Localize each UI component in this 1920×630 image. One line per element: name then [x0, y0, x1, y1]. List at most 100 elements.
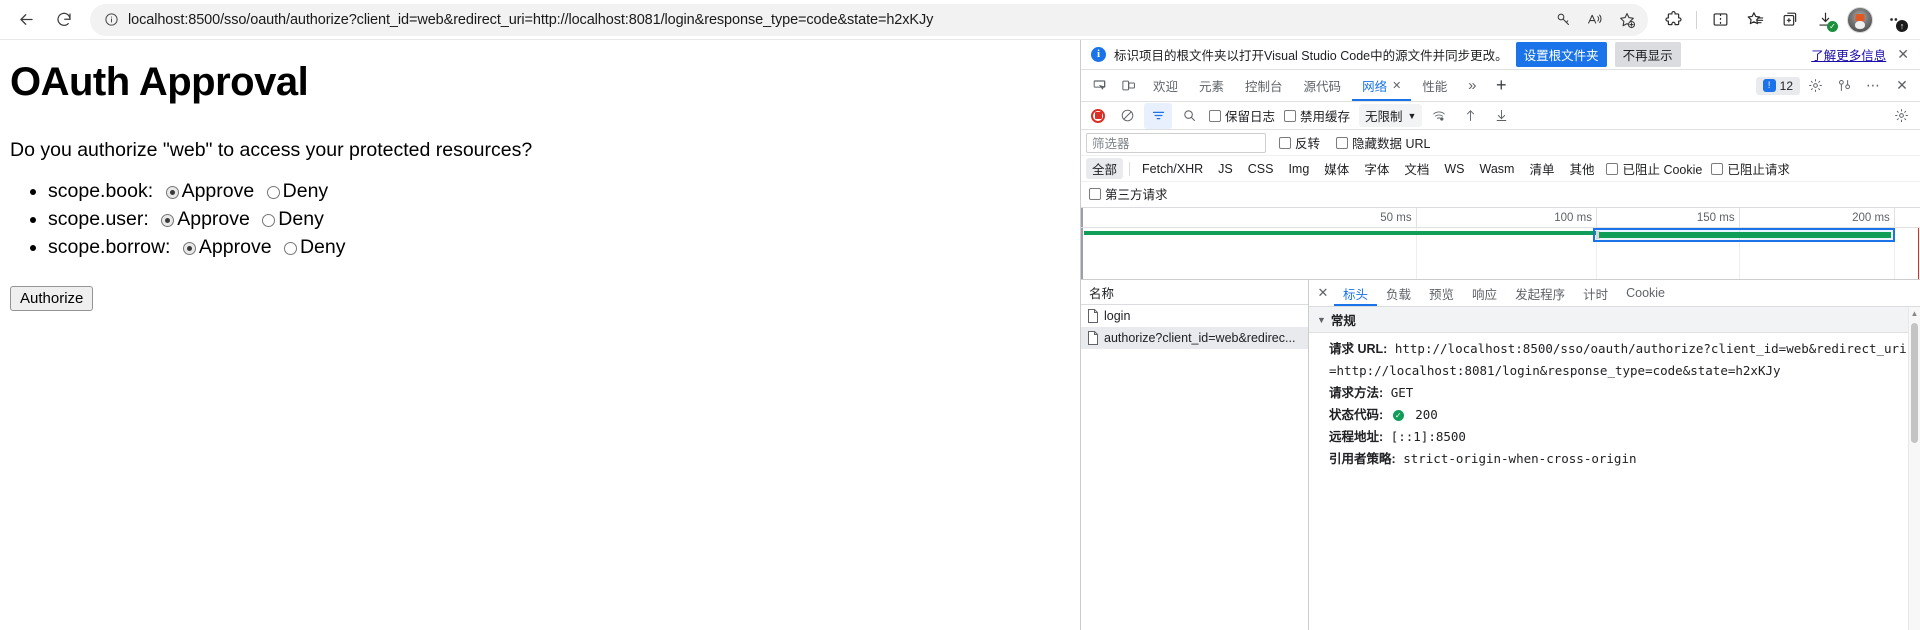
timeline-tick: 150 ms: [1597, 208, 1740, 228]
scope-deny-radio[interactable]: [283, 242, 297, 255]
blocked-requests-checkbox[interactable]: 已阻止请求: [1711, 159, 1790, 178]
close-detail-icon[interactable]: ✕: [1312, 282, 1334, 304]
learn-more-link[interactable]: 了解更多信息: [1811, 45, 1886, 64]
tab-cookies[interactable]: Cookie: [1617, 280, 1674, 306]
scope-deny-label[interactable]: Deny: [283, 180, 329, 202]
overview-selection-window[interactable]: [1592, 228, 1895, 242]
tab-performance[interactable]: 性能: [1412, 70, 1457, 101]
address-bar[interactable]: localhost:8500/sso/oauth/authorize?clien…: [90, 3, 1648, 36]
type-filter-doc[interactable]: 文档: [1398, 158, 1435, 179]
type-filter-ws[interactable]: WS: [1438, 161, 1470, 177]
scroll-up-arrow[interactable]: ▲: [1909, 309, 1920, 318]
clear-button[interactable]: [1113, 103, 1141, 129]
scope-approve-radio[interactable]: [165, 186, 179, 199]
devtools-close-icon[interactable]: ✕: [1888, 73, 1916, 99]
type-filter-all[interactable]: 全部: [1086, 158, 1124, 179]
gear-icon[interactable]: [1801, 73, 1829, 99]
downloads-icon[interactable]: ✓: [1808, 4, 1842, 36]
type-filter-other[interactable]: 其他: [1563, 158, 1600, 179]
type-filter-font[interactable]: 字体: [1358, 158, 1395, 179]
scope-approve-radio[interactable]: [182, 242, 196, 255]
inspect-element-icon[interactable]: [1085, 73, 1113, 99]
back-button[interactable]: [8, 4, 44, 36]
blocked-cookies-checkbox[interactable]: 已阻止 Cookie: [1606, 159, 1702, 178]
record-button[interactable]: [1086, 105, 1110, 127]
split-screen-icon[interactable]: [1703, 4, 1737, 36]
type-filter-manifest[interactable]: 清单: [1523, 158, 1560, 179]
devtools-tabbar: 欢迎 元素 控制台 源代码 网络 ✕ 性能 » + ! 12 ⋯ ✕: [1081, 70, 1920, 102]
profile-avatar[interactable]: [1843, 4, 1877, 36]
import-har-icon[interactable]: [1456, 103, 1484, 129]
scope-deny-radio[interactable]: [262, 214, 276, 227]
add-tab-icon[interactable]: +: [1487, 73, 1515, 99]
close-icon[interactable]: ✕: [1392, 79, 1401, 92]
tab-initiator[interactable]: 发起程序: [1506, 280, 1574, 306]
filter-button[interactable]: [1144, 102, 1172, 129]
throttling-select[interactable]: 无限制 ▼: [1359, 104, 1423, 127]
tab-welcome[interactable]: 欢迎: [1143, 70, 1188, 101]
network-overview[interactable]: 50 ms 100 ms 150 ms 200 ms: [1081, 208, 1920, 280]
devtools-more-icon[interactable]: ⋯: [1859, 73, 1887, 99]
tab-console[interactable]: 控制台: [1235, 70, 1293, 101]
authorize-button[interactable]: Authorize: [10, 286, 94, 311]
add-favorite-icon[interactable]: [1612, 6, 1642, 34]
settings-and-more-icon[interactable]: ↑: [1878, 4, 1912, 36]
site-info-icon[interactable]: [100, 9, 122, 31]
disable-cache-checkbox[interactable]: 禁用缓存: [1284, 106, 1350, 125]
column-header-name[interactable]: 名称: [1081, 280, 1308, 305]
type-filter-media[interactable]: 媒体: [1318, 158, 1355, 179]
collections-icon[interactable]: [1773, 4, 1807, 36]
read-aloud-icon[interactable]: [1580, 6, 1610, 34]
tab-timing[interactable]: 计时: [1574, 280, 1617, 306]
scope-deny-radio[interactable]: [266, 186, 280, 199]
section-general[interactable]: ▼ 常规: [1309, 307, 1920, 333]
scope-deny-label[interactable]: Deny: [278, 208, 324, 230]
type-filter-js[interactable]: JS: [1212, 161, 1239, 177]
checkbox-label: 禁用缓存: [1300, 110, 1351, 124]
overview-grid-line: [1081, 228, 1417, 279]
tab-headers[interactable]: 标头: [1334, 280, 1377, 306]
tab-elements[interactable]: 元素: [1189, 70, 1234, 101]
set-root-folder-button[interactable]: 设置根文件夹: [1515, 42, 1607, 67]
table-row[interactable]: login: [1081, 305, 1308, 327]
table-row[interactable]: authorize?client_id=web&redirec...: [1081, 327, 1308, 349]
password-key-icon[interactable]: [1548, 6, 1578, 34]
device-toolbar-icon[interactable]: [1114, 73, 1142, 99]
browser-action-icons: ✓ ↑: [1656, 4, 1912, 36]
dont-show-again-button[interactable]: 不再显示: [1614, 42, 1681, 67]
favorites-icon[interactable]: [1738, 4, 1772, 36]
tab-payload[interactable]: 负载: [1377, 280, 1420, 306]
type-filter-css[interactable]: CSS: [1242, 161, 1280, 177]
overview-body[interactable]: [1081, 228, 1920, 279]
search-button[interactable]: [1175, 103, 1203, 129]
more-tabs-icon[interactable]: »: [1458, 73, 1486, 99]
refresh-button[interactable]: [46, 4, 82, 36]
close-icon[interactable]: ✕: [1894, 46, 1912, 63]
invert-checkbox[interactable]: 反转: [1279, 133, 1320, 152]
scope-approve-radio[interactable]: [161, 214, 175, 227]
tab-sources[interactable]: 源代码: [1294, 70, 1352, 101]
scope-approve-label[interactable]: Approve: [177, 208, 250, 230]
issues-badge[interactable]: ! 12: [1755, 76, 1800, 95]
tab-preview[interactable]: 预览: [1420, 280, 1463, 306]
network-settings-gear-icon[interactable]: [1887, 103, 1915, 129]
third-party-requests-checkbox[interactable]: 第三方请求: [1089, 184, 1168, 203]
tab-network[interactable]: 网络 ✕: [1352, 70, 1411, 101]
hide-data-urls-checkbox[interactable]: 隐藏数据 URL: [1336, 133, 1431, 152]
tab-response[interactable]: 响应: [1463, 280, 1506, 306]
scope-approve-label[interactable]: Approve: [199, 236, 272, 258]
detail-scrollbar[interactable]: ▲: [1908, 307, 1920, 630]
export-har-icon[interactable]: [1487, 103, 1515, 129]
url-text[interactable]: localhost:8500/sso/oauth/authorize?clien…: [122, 12, 1548, 28]
scroll-thumb[interactable]: [1911, 323, 1918, 443]
preserve-log-checkbox[interactable]: 保留日志: [1209, 106, 1275, 125]
filter-input[interactable]: 筛选器: [1086, 132, 1266, 153]
scope-approve-label[interactable]: Approve: [182, 180, 255, 202]
scope-deny-label[interactable]: Deny: [300, 236, 346, 258]
customize-devtools-icon[interactable]: [1830, 73, 1858, 99]
network-conditions-icon[interactable]: [1425, 103, 1453, 129]
type-filter-fetch-xhr[interactable]: Fetch/XHR: [1136, 161, 1209, 177]
type-filter-wasm[interactable]: Wasm: [1473, 161, 1520, 177]
type-filter-img[interactable]: Img: [1282, 161, 1315, 177]
extensions-icon[interactable]: [1656, 4, 1690, 36]
